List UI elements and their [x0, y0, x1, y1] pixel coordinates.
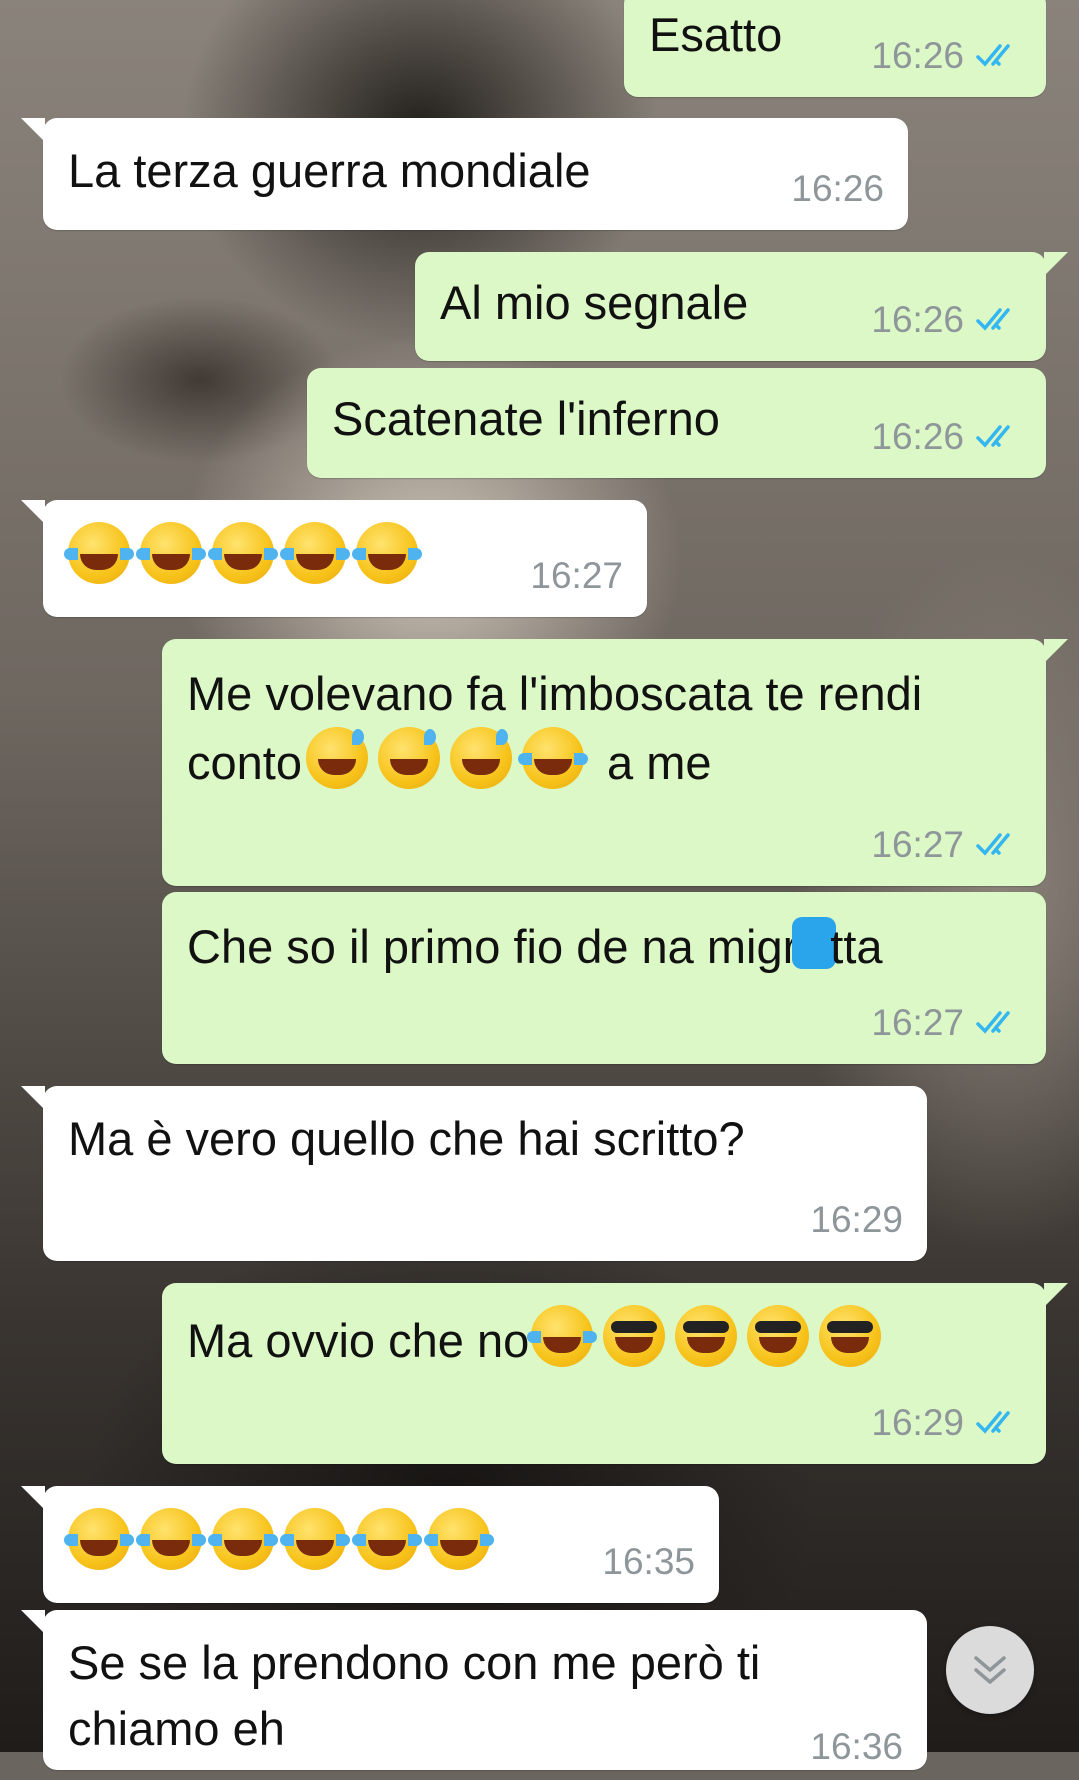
smiling-face-with-sunglasses-icon [603, 1305, 666, 1367]
message-outgoing[interactable]: Che so il primo fio de na migr tta 16:27 [162, 892, 1046, 1064]
face-with-tears-of-joy-icon [64, 1508, 134, 1570]
message-list[interactable]: Esatto 16:26 La terza guerra mondiale 16… [0, 0, 1079, 1770]
message-time: 16:27 [871, 1002, 964, 1043]
face-with-tears-of-joy-icon [527, 1305, 598, 1367]
message-text: Me volevano fa l'imboscata te rendi cont… [187, 661, 1027, 796]
scroll-to-bottom-button[interactable] [946, 1626, 1034, 1714]
message-outgoing[interactable]: Me volevano fa l'imboscata te rendi cont… [162, 639, 1068, 886]
message-incoming[interactable]: Ma è vero quello che hai scritto? 16:29 [21, 1086, 927, 1261]
double-check-icon [976, 425, 1010, 448]
message-text-part: Ma ovvio che no [187, 1314, 530, 1367]
face-with-tears-of-joy-icon [280, 522, 350, 584]
message-time: 16:27 [871, 824, 964, 865]
message-meta: 16:26 [871, 287, 1022, 353]
double-check-icon [976, 1411, 1010, 1434]
message-meta: 16:27 [871, 990, 1022, 1056]
face-with-tears-of-joy-icon [352, 1508, 422, 1570]
message-text-part: Che so il primo fio de na migr [187, 920, 799, 973]
message-time: 16:27 [530, 555, 623, 596]
emoji-row [64, 1508, 500, 1577]
double-check-icon [976, 833, 1010, 856]
message-time: 16:26 [871, 35, 964, 76]
message-text: La terza guerra mondiale [68, 144, 591, 197]
message-time: 16:26 [871, 299, 964, 340]
message-meta: 16:35 [602, 1529, 695, 1595]
double-check-icon [976, 44, 1010, 67]
grinning-face-with-sweat-icon [305, 727, 368, 789]
message-text: Ma è vero quello che hai scritto? [68, 1112, 745, 1165]
message-outgoing[interactable]: Al mio segnale 16:26 [415, 252, 1068, 361]
face-with-tears-of-joy-icon [517, 727, 588, 789]
message-time: 16:36 [810, 1726, 903, 1767]
double-check-icon [976, 1011, 1010, 1034]
face-with-tears-of-joy-icon [424, 1508, 494, 1570]
message-text: Scatenate l'inferno [332, 392, 720, 445]
message-meta: 16:36 [810, 1714, 903, 1780]
double-check-icon [976, 308, 1010, 331]
message-text: Che so il primo fio de na migr tta [187, 914, 883, 980]
message-text: Esatto [649, 8, 783, 61]
emoji-row [64, 522, 428, 591]
message-meta: 16:27 [871, 812, 1022, 878]
face-with-tears-of-joy-icon [280, 1508, 350, 1570]
message-time: 16:29 [871, 1402, 964, 1443]
message-time: 16:26 [871, 416, 964, 457]
face-with-tears-of-joy-icon [136, 1508, 206, 1570]
message-text: Ma ovvio che no [187, 1305, 891, 1374]
face-with-tears-of-joy-icon [208, 1508, 278, 1570]
message-incoming[interactable]: La terza guerra mondiale 16:26 [21, 118, 908, 230]
message-meta: 16:29 [810, 1187, 903, 1253]
smiling-face-with-sunglasses-icon [747, 1305, 810, 1367]
message-time: 16:35 [602, 1541, 695, 1582]
message-text-part: a me [593, 736, 712, 789]
face-with-tears-of-joy-icon [136, 522, 206, 584]
face-with-tears-of-joy-icon [352, 522, 422, 584]
face-with-tears-of-joy-icon [64, 522, 134, 584]
message-meta: 16:27 [530, 543, 623, 609]
message-outgoing[interactable]: Esatto 16:26 [624, 0, 1046, 97]
message-outgoing[interactable]: Scatenate l'inferno 16:26 [307, 368, 1046, 478]
smiling-face-with-sunglasses-icon [819, 1305, 882, 1367]
grinning-face-with-sweat-icon [449, 727, 512, 789]
face-with-tears-of-joy-icon [208, 522, 278, 584]
message-text-part: tta [830, 920, 883, 973]
message-meta: 16:26 [871, 23, 1022, 89]
message-incoming[interactable]: 16:27 [21, 500, 647, 617]
smiling-face-with-sunglasses-icon [675, 1305, 738, 1367]
message-text: Se se la prendono con me però ti chiamo … [68, 1636, 761, 1755]
message-incoming[interactable]: Se se la prendono con me però ti chiamo … [21, 1610, 927, 1770]
double-chevron-down-icon [974, 1656, 1006, 1684]
message-time: 16:26 [791, 168, 884, 209]
message-outgoing[interactable]: Ma ovvio che no 16:29 [162, 1283, 1068, 1464]
message-incoming[interactable]: 16:35 [21, 1486, 719, 1603]
grinning-face-with-sweat-icon [377, 727, 440, 789]
message-meta: 16:26 [791, 156, 884, 222]
message-text: Al mio segnale [440, 276, 749, 329]
message-meta: 16:29 [871, 1390, 1022, 1456]
message-meta: 16:26 [871, 404, 1022, 470]
message-time: 16:29 [810, 1199, 903, 1240]
